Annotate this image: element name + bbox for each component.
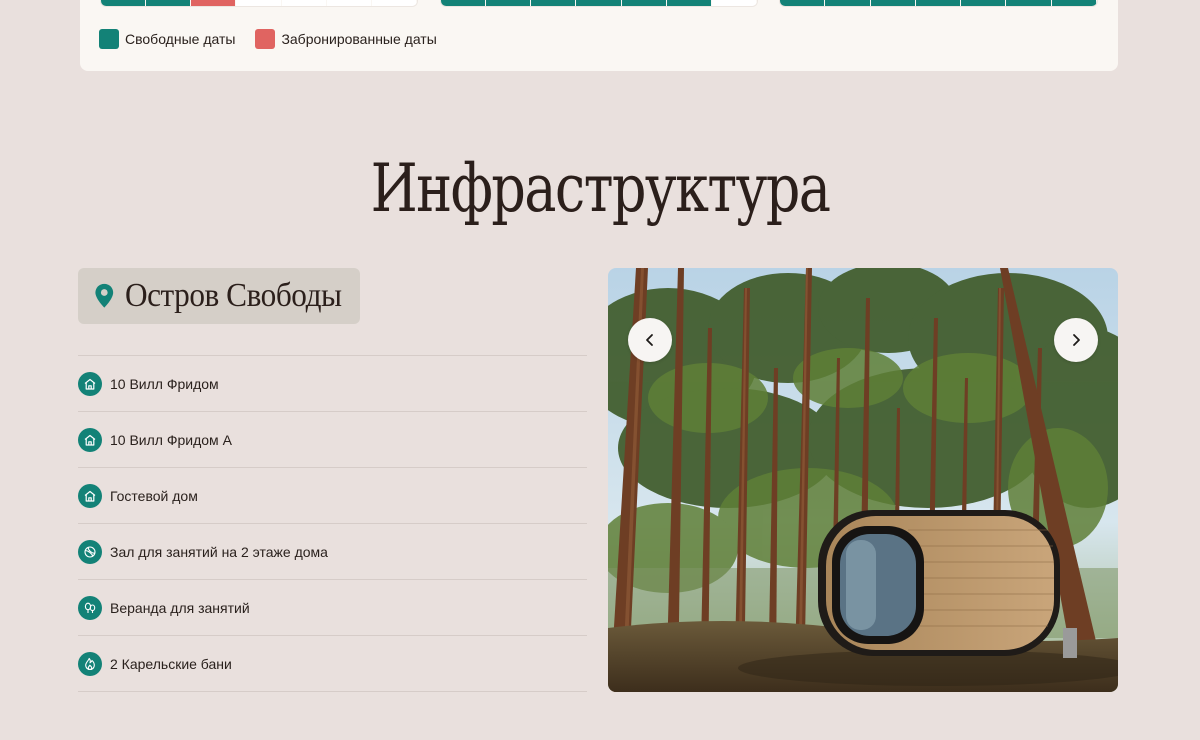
calendar-day-free: [666, 0, 712, 6]
legend-booked-label: Забронированные даты: [281, 31, 437, 47]
calendar-day-free: [486, 0, 532, 6]
list-item: 10 Вилл Фридом: [78, 356, 587, 412]
ball-icon: [78, 539, 102, 564]
calendar-day-free: [621, 0, 667, 6]
chevron-left-icon: [646, 334, 653, 346]
booked-swatch: [255, 29, 276, 49]
legend-item-free: Свободные даты: [99, 29, 235, 49]
facilities-list: 10 Вилл Фридом 10 Вилл Фридом А Гостевой…: [78, 355, 587, 692]
list-item: Гостевой дом: [78, 468, 587, 524]
free-swatch: [99, 29, 119, 49]
facility-label: Гостевой дом: [110, 487, 198, 504]
location-name: Остров Свободы: [124, 277, 342, 314]
calendar-day-free: [915, 0, 962, 6]
photo-carousel[interactable]: [608, 268, 1118, 692]
pine-forest-cabin-photo: [608, 268, 1118, 692]
map-pin-icon: [95, 283, 114, 308]
legend-item-booked: Забронированные даты: [255, 29, 437, 49]
facility-label: Веранда для занятий: [110, 599, 250, 616]
flame-icon: [78, 651, 102, 676]
calendar-day-empty: [236, 0, 282, 6]
chevron-right-icon: [1073, 334, 1080, 346]
calendar-day-empty: [281, 0, 327, 6]
house-icon: [78, 371, 102, 396]
calendar-day-empty: [326, 0, 372, 6]
house-icon: [78, 427, 102, 452]
section-title: Инфраструктура: [370, 150, 831, 227]
calendar-day-free: [1006, 0, 1052, 6]
facility-label: 2 Карельские бани: [110, 655, 232, 672]
calendar-day-empty: [711, 0, 757, 6]
facility-label: Зал для занятий на 2 этаже дома: [110, 543, 328, 560]
location-pill: Остров Свободы: [78, 268, 360, 324]
facility-label: 10 Вилл Фридом А: [110, 431, 232, 448]
calendar-legend: Свободные даты Забронированные даты: [99, 29, 457, 49]
calendar-day-free: [1051, 0, 1097, 6]
trees-icon: [78, 595, 102, 620]
calendar-day-free: [101, 0, 147, 6]
calendar-day-free: [961, 0, 1007, 6]
calendar-strip: [100, 0, 418, 7]
calendar-strip: [440, 0, 758, 7]
house-icon: [78, 483, 102, 508]
list-item: 2 Карельские бани: [78, 636, 587, 692]
carousel-next-button[interactable]: [1054, 318, 1098, 362]
calendar-strip: [779, 0, 1098, 7]
calendar-day-booked: [191, 0, 237, 6]
availability-calendar-card: Свободные даты Забронированные даты: [80, 0, 1118, 71]
legend-free-label: Свободные даты: [125, 31, 236, 47]
facility-label: 10 Вилл Фридом: [110, 375, 219, 392]
list-item: Веранда для занятий: [78, 580, 587, 636]
calendar-day-free: [870, 0, 916, 6]
calendar-day-free: [441, 0, 487, 6]
list-item: Зал для занятий на 2 этаже дома: [78, 524, 587, 580]
calendar-day-free: [146, 0, 192, 6]
calendar-day-free: [576, 0, 622, 6]
calendar-day-free: [531, 0, 577, 6]
carousel-prev-button[interactable]: [628, 318, 672, 362]
calendar-day-free: [825, 0, 871, 6]
list-item: 10 Вилл Фридом А: [78, 412, 587, 468]
calendar-day-free: [780, 0, 826, 6]
calendar-day-empty: [371, 0, 417, 6]
